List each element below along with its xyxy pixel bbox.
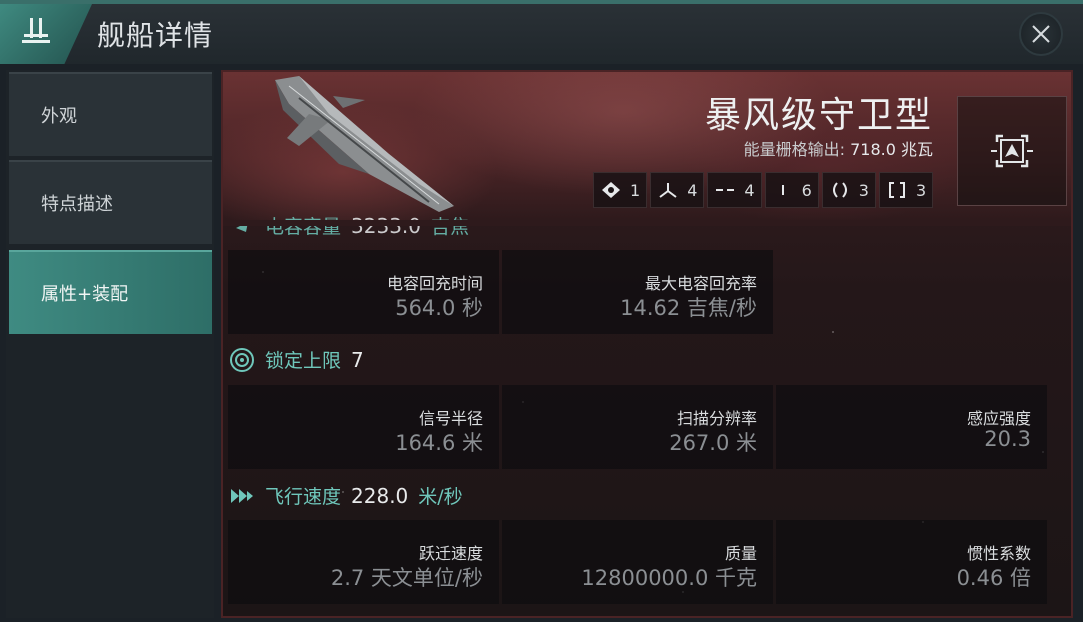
stat-cell: 扫描分辨率 267.0 米 xyxy=(502,385,773,469)
low-slot-icon xyxy=(829,181,851,199)
navigation-header: 飞行速度 228.0 米/秒 xyxy=(229,482,463,509)
drone-slot-count: 1 xyxy=(630,180,641,200)
page-title: 舰船详情 xyxy=(97,19,214,52)
ship-hero-banner: 暴风级守卫型 能量栅格输出: 718.0 兆瓦 1 4 4 6 3 3 xyxy=(223,72,1071,220)
high-slot[interactable]: 4 xyxy=(707,172,762,208)
stat-value: 164.6 米 xyxy=(395,431,483,455)
stat-cell: 信号半径 164.6 米 xyxy=(228,385,499,469)
mid-slot[interactable]: 6 xyxy=(764,172,819,208)
drone-slot[interactable]: 1 xyxy=(593,172,648,208)
turret-slot[interactable]: 4 xyxy=(650,172,705,208)
turret-slot-count: 4 xyxy=(687,180,698,200)
stat-cell: 惯性系数 0.46 倍 xyxy=(776,520,1047,604)
stat-value: 12800000.0 千克 xyxy=(581,566,757,590)
stat-cell: 电容回充时间 564.0 秒 xyxy=(228,250,499,334)
stat-value: 20.3 xyxy=(984,427,1031,451)
high-slot-count: 4 xyxy=(744,180,755,200)
ship-name: 暴风级守卫型 xyxy=(704,95,933,136)
stat-cell: 跃迁速度 2.7 天文单位/秒 xyxy=(228,520,499,604)
sidebar-item-appearance[interactable]: 外观 xyxy=(9,72,212,156)
ship-class-emblem[interactable] xyxy=(957,96,1067,206)
targeting-row: 信号半径 164.6 米 扫描分辨率 267.0 米 感应强度 20.3 xyxy=(228,385,1047,469)
capacitor-row: 电容回充时间 564.0 秒 最大电容回充率 14.62 吉焦/秒 xyxy=(228,250,773,334)
stat-value: 14.62 吉焦/秒 xyxy=(620,296,757,320)
navigation-row: 跃迁速度 2.7 天文单位/秒 质量 12800000.0 千克 惯性系数 0.… xyxy=(228,520,1047,604)
divider xyxy=(223,220,1071,226)
navigation-value: 228.0 xyxy=(351,483,409,508)
targeting-header: 锁定上限 7 xyxy=(229,346,364,373)
power-grid-unit: 兆瓦 xyxy=(900,140,933,159)
fleet-emblem-icon xyxy=(22,18,50,43)
drone-slot-icon xyxy=(600,181,622,199)
stat-label: 质量 xyxy=(724,544,757,563)
stat-label: 感应强度 xyxy=(966,409,1031,428)
power-grid-value: 718.0 xyxy=(850,140,896,159)
navigation-label: 飞行速度 xyxy=(265,486,342,508)
target-lock-icon xyxy=(229,347,255,373)
sidebar-item-label: 特点描述 xyxy=(41,194,113,215)
low-slot[interactable]: 3 xyxy=(821,172,876,208)
ship-detail-panel: 暴风级守卫型 能量栅格输出: 718.0 兆瓦 1 4 4 6 3 3 电容容量… xyxy=(221,70,1073,618)
ship-class-emblem-icon xyxy=(991,134,1033,168)
mid-slot-count: 6 xyxy=(801,180,812,200)
close-button[interactable] xyxy=(1019,12,1063,56)
close-icon xyxy=(1032,25,1050,43)
power-grid-label: 能量栅格输出: xyxy=(743,140,845,159)
targeting-value: 7 xyxy=(351,347,364,372)
stat-cell: 质量 12800000.0 千克 xyxy=(502,520,773,604)
stat-value: 267.0 米 xyxy=(669,431,757,455)
sidebar-item-label: 外观 xyxy=(41,106,77,127)
sidebar-item-label: 属性+装配 xyxy=(41,284,129,305)
sidebar-item-attributes-fitting[interactable]: 属性+装配 xyxy=(9,250,212,334)
rig-slot-count: 3 xyxy=(915,180,927,200)
stat-label: 电容回充时间 xyxy=(386,274,483,293)
targeting-label: 锁定上限 xyxy=(265,350,342,372)
power-grid-output: 能量栅格输出: 718.0 兆瓦 xyxy=(744,136,933,160)
stat-value: 2.7 天文单位/秒 xyxy=(330,566,483,590)
stat-label: 扫描分辨率 xyxy=(676,409,757,428)
navigation-unit: 米/秒 xyxy=(418,486,463,508)
sidebar: 外观 特点描述 属性+装配 xyxy=(6,70,214,618)
rig-slot[interactable]: 3 xyxy=(878,172,934,208)
high-slot-icon xyxy=(714,181,736,199)
stat-value: 0.46 倍 xyxy=(956,566,1031,590)
stat-cell: 感应强度 20.3 xyxy=(776,385,1047,469)
stat-label: 信号半径 xyxy=(418,409,483,428)
low-slot-count: 3 xyxy=(858,180,869,200)
stat-label: 惯性系数 xyxy=(966,544,1031,563)
stat-label: 跃迁速度 xyxy=(418,544,483,563)
stat-label: 最大电容回充率 xyxy=(644,274,757,293)
rig-slot-icon xyxy=(886,181,908,199)
turret-slot-icon xyxy=(657,181,679,199)
speed-arrows-icon xyxy=(229,483,255,509)
sidebar-item-traits[interactable]: 特点描述 xyxy=(9,160,212,244)
stat-cell: 最大电容回充率 14.62 吉焦/秒 xyxy=(502,250,773,334)
mid-slot-icon xyxy=(772,181,794,199)
ship-render-image xyxy=(275,76,454,212)
fitting-slots-bar: 1 4 4 6 3 3 xyxy=(593,172,934,208)
stat-value: 564.0 秒 xyxy=(395,296,483,320)
